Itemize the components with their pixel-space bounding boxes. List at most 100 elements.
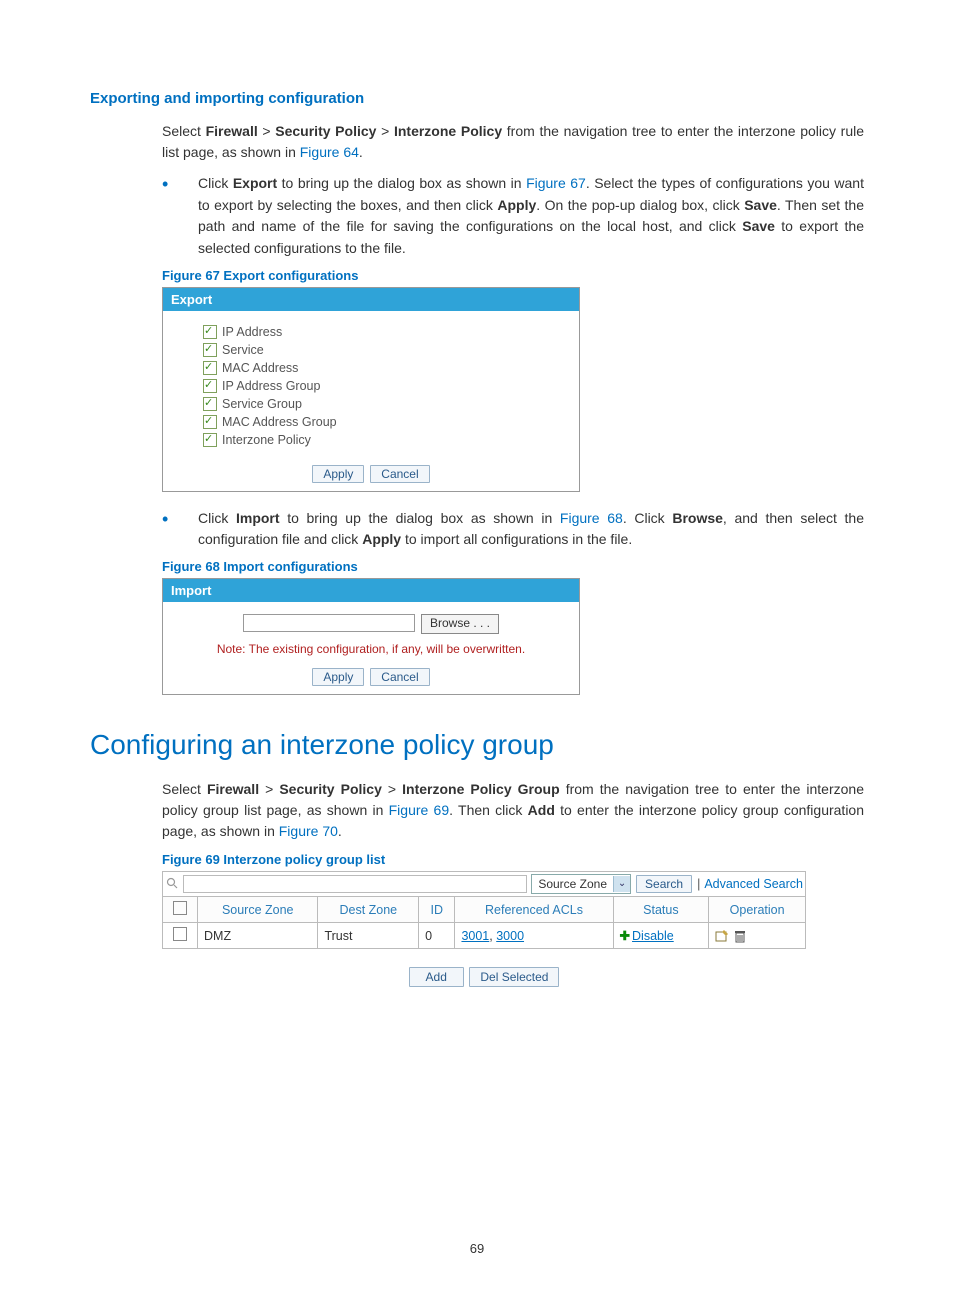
- bold: Apply: [497, 197, 536, 213]
- acl-link[interactable]: 3001: [461, 929, 489, 943]
- cell-acls: 3001, 3000: [455, 923, 613, 949]
- section-heading: Exporting and importing configuration: [90, 90, 864, 107]
- file-path-input[interactable]: [243, 614, 415, 632]
- col-dest-zone[interactable]: Dest Zone: [318, 897, 419, 923]
- select-value: Source Zone: [532, 877, 613, 891]
- checkbox-label: IP Address: [222, 325, 282, 339]
- overwrite-note: Note: The existing configuration, if any…: [173, 636, 569, 662]
- advanced-search-link[interactable]: Advanced Search: [704, 877, 803, 891]
- page-number: 69: [0, 1241, 954, 1256]
- text: Select: [162, 123, 206, 139]
- table-header-row: Source Zone Dest Zone ID Referenced ACLs…: [163, 897, 806, 923]
- text: . On the pop-up dialog box, click: [536, 197, 744, 213]
- chevron-down-icon: ⌄: [613, 876, 630, 892]
- col-referenced-acls[interactable]: Referenced ACLs: [455, 897, 613, 923]
- del-selected-button[interactable]: Del Selected: [469, 967, 559, 987]
- figure-caption: Figure 67 Export configurations: [162, 268, 864, 283]
- dialog-title: Import: [163, 579, 579, 602]
- bullet-text: Click Import to bring up the dialog box …: [198, 508, 864, 551]
- figure-link[interactable]: Figure 69: [389, 802, 450, 818]
- col-source-zone[interactable]: Source Zone: [198, 897, 318, 923]
- text: . Click: [623, 510, 673, 526]
- search-icon[interactable]: [165, 877, 179, 892]
- text: to bring up the dialog box as shown in: [277, 175, 526, 191]
- row-checkbox[interactable]: [173, 927, 187, 941]
- bullet-text: Click Export to bring up the dialog box …: [198, 173, 864, 260]
- cell-status: ✚Disable: [613, 923, 709, 949]
- text: to import all configurations in the file…: [401, 531, 632, 547]
- add-button[interactable]: Add: [409, 967, 464, 987]
- checkbox-label: Interzone Policy: [222, 433, 311, 447]
- checkbox-label: MAC Address: [222, 361, 298, 375]
- figure-caption: Figure 69 Interzone policy group list: [162, 852, 864, 867]
- table-row: DMZ Trust 0 3001, 3000 ✚Disable: [163, 923, 806, 949]
- cell-dest-zone: Trust: [318, 923, 419, 949]
- bold: Import: [236, 510, 280, 526]
- cancel-button[interactable]: Cancel: [370, 668, 429, 686]
- bold: Security Policy: [279, 781, 382, 797]
- figure-link[interactable]: Figure 67: [526, 175, 586, 191]
- text: to bring up the dialog box as shown in: [280, 510, 560, 526]
- select-all-checkbox[interactable]: [173, 901, 187, 915]
- text: >: [259, 781, 279, 797]
- cancel-button[interactable]: Cancel: [370, 465, 429, 483]
- col-status[interactable]: Status: [613, 897, 709, 923]
- text: >: [258, 123, 276, 139]
- checkbox-label: Service: [222, 343, 264, 357]
- page-heading: Configuring an interzone policy group: [90, 729, 864, 761]
- edit-icon[interactable]: [715, 929, 729, 943]
- checkbox-interzone-policy[interactable]: [203, 433, 217, 447]
- checkbox-label: MAC Address Group: [222, 415, 337, 429]
- checkbox-label: Service Group: [222, 397, 302, 411]
- bold: Interzone Policy: [394, 123, 502, 139]
- checkbox-service[interactable]: [203, 343, 217, 357]
- apply-button[interactable]: Apply: [312, 668, 364, 686]
- text: Click: [198, 175, 233, 191]
- text: .: [338, 823, 342, 839]
- bold: Browse: [672, 510, 723, 526]
- bold: Firewall: [207, 781, 259, 797]
- checkbox-ip-address[interactable]: [203, 325, 217, 339]
- search-bar: Source Zone ⌄ Search | Advanced Search: [162, 871, 806, 897]
- bold: Interzone Policy Group: [402, 781, 560, 797]
- figure-caption: Figure 68 Import configurations: [162, 559, 864, 574]
- status-plus-icon: ✚: [620, 929, 630, 943]
- bold: Firewall: [206, 123, 258, 139]
- col-id[interactable]: ID: [419, 897, 455, 923]
- apply-button[interactable]: Apply: [312, 465, 364, 483]
- bold: Security Policy: [275, 123, 376, 139]
- import-dialog: Import Browse . . . Note: The existing c…: [162, 578, 580, 695]
- checkbox-service-group[interactable]: [203, 397, 217, 411]
- browse-button[interactable]: Browse . . .: [421, 614, 499, 634]
- text: Select: [162, 781, 207, 797]
- cell-id: 0: [419, 923, 455, 949]
- col-operation[interactable]: Operation: [709, 897, 806, 923]
- bold: Add: [528, 802, 555, 818]
- intro-paragraph: Select Firewall > Security Policy > Inte…: [162, 121, 864, 163]
- policy-group-table: Source Zone Dest Zone ID Referenced ACLs…: [162, 896, 806, 949]
- text: >: [382, 781, 402, 797]
- bold: Export: [233, 175, 277, 191]
- bold: Save: [742, 218, 775, 234]
- text: . Then click: [449, 802, 528, 818]
- search-button[interactable]: Search: [636, 875, 692, 893]
- acl-link[interactable]: 3000: [496, 929, 524, 943]
- figure-link[interactable]: Figure 64: [300, 144, 359, 160]
- bold: Save: [744, 197, 777, 213]
- figure-link[interactable]: Figure 70: [279, 823, 338, 839]
- bold: Apply: [362, 531, 401, 547]
- bullet-icon: •: [162, 173, 198, 260]
- disable-link[interactable]: Disable: [632, 929, 674, 943]
- search-text-input[interactable]: [183, 875, 527, 893]
- text: >: [376, 123, 394, 139]
- delete-icon[interactable]: [733, 929, 747, 943]
- text: Click: [198, 510, 236, 526]
- figure-link[interactable]: Figure 68: [560, 510, 623, 526]
- checkbox-mac-address-group[interactable]: [203, 415, 217, 429]
- checkbox-label: IP Address Group: [222, 379, 320, 393]
- checkbox-mac-address[interactable]: [203, 361, 217, 375]
- checkbox-ip-address-group[interactable]: [203, 379, 217, 393]
- section2-paragraph: Select Firewall > Security Policy > Inte…: [162, 779, 864, 842]
- dialog-title: Export: [163, 288, 579, 311]
- search-field-select[interactable]: Source Zone ⌄: [531, 874, 631, 894]
